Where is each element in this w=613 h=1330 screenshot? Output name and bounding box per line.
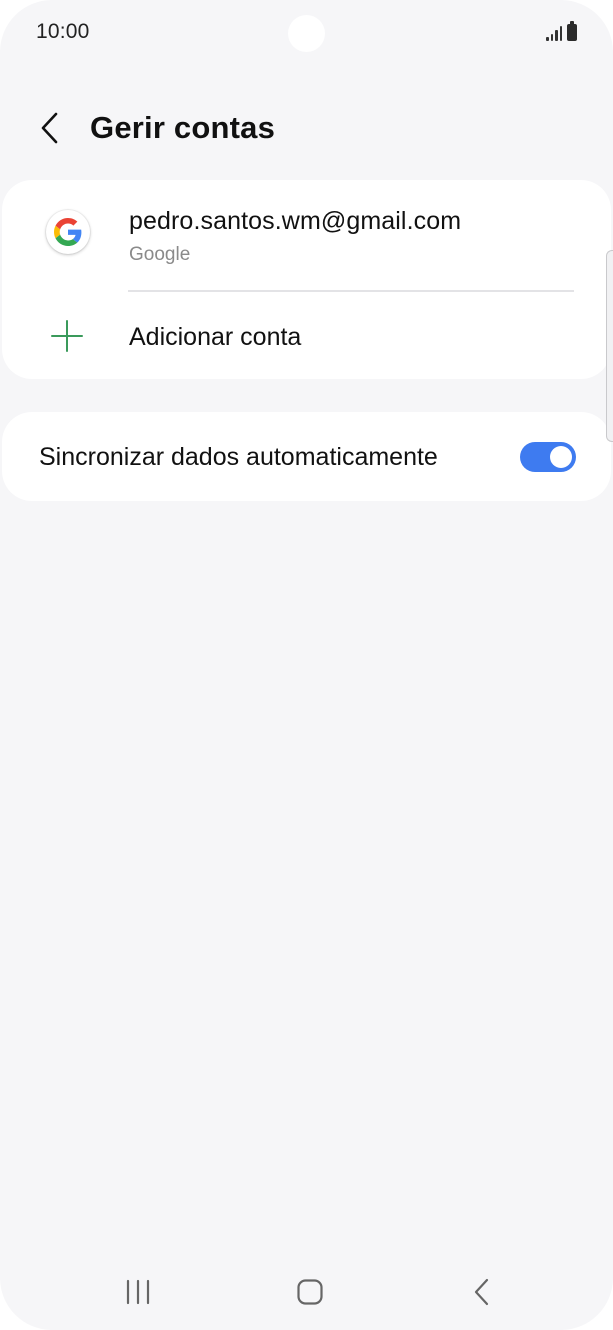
add-account-label: Adicionar conta: [129, 323, 302, 351]
toggle-knob: [550, 446, 572, 468]
google-icon: [54, 218, 82, 246]
nav-back-button[interactable]: [447, 1262, 517, 1322]
page-title: Gerir contas: [90, 110, 276, 145]
account-email: pedro.santos.wm@gmail.com: [129, 207, 462, 235]
sync-card: Sincronizar dados automaticamente: [2, 412, 611, 501]
status-bar: 10:00: [0, 0, 613, 66]
plus-icon: [51, 320, 83, 352]
scroll-handle[interactable]: [606, 250, 613, 442]
battery-icon: [567, 21, 577, 41]
status-time: 10:00: [36, 20, 90, 43]
status-icons: [546, 21, 577, 41]
add-account-button[interactable]: [2, 292, 611, 379]
account-item-google[interactable]: pedro.santos.wm@gmail.com Google: [2, 180, 611, 292]
home-button[interactable]: [275, 1262, 345, 1322]
accounts-card: pedro.santos.wm@gmail.com Google Adicion…: [2, 180, 611, 379]
account-avatar: [46, 210, 90, 254]
sync-setting-row[interactable]: Sincronizar dados automaticamente: [2, 412, 611, 501]
phone-screen: 10:00 Gerir contas pedro.santos.wm@gmail…: [0, 0, 613, 1330]
header: Gerir contas: [0, 96, 613, 162]
back-button[interactable]: [28, 106, 72, 150]
account-type: Google: [129, 244, 191, 265]
sync-label: Sincronizar dados automaticamente: [39, 443, 438, 471]
chevron-left-icon: [41, 112, 58, 144]
recents-icon: [126, 1279, 150, 1305]
recents-button[interactable]: [103, 1262, 173, 1322]
sync-toggle[interactable]: [520, 442, 576, 472]
signal-icon: [546, 25, 562, 41]
back-icon: [474, 1278, 489, 1306]
home-icon: [297, 1279, 323, 1305]
camera-cutout: [288, 15, 325, 52]
navigation-bar: [0, 1262, 613, 1322]
